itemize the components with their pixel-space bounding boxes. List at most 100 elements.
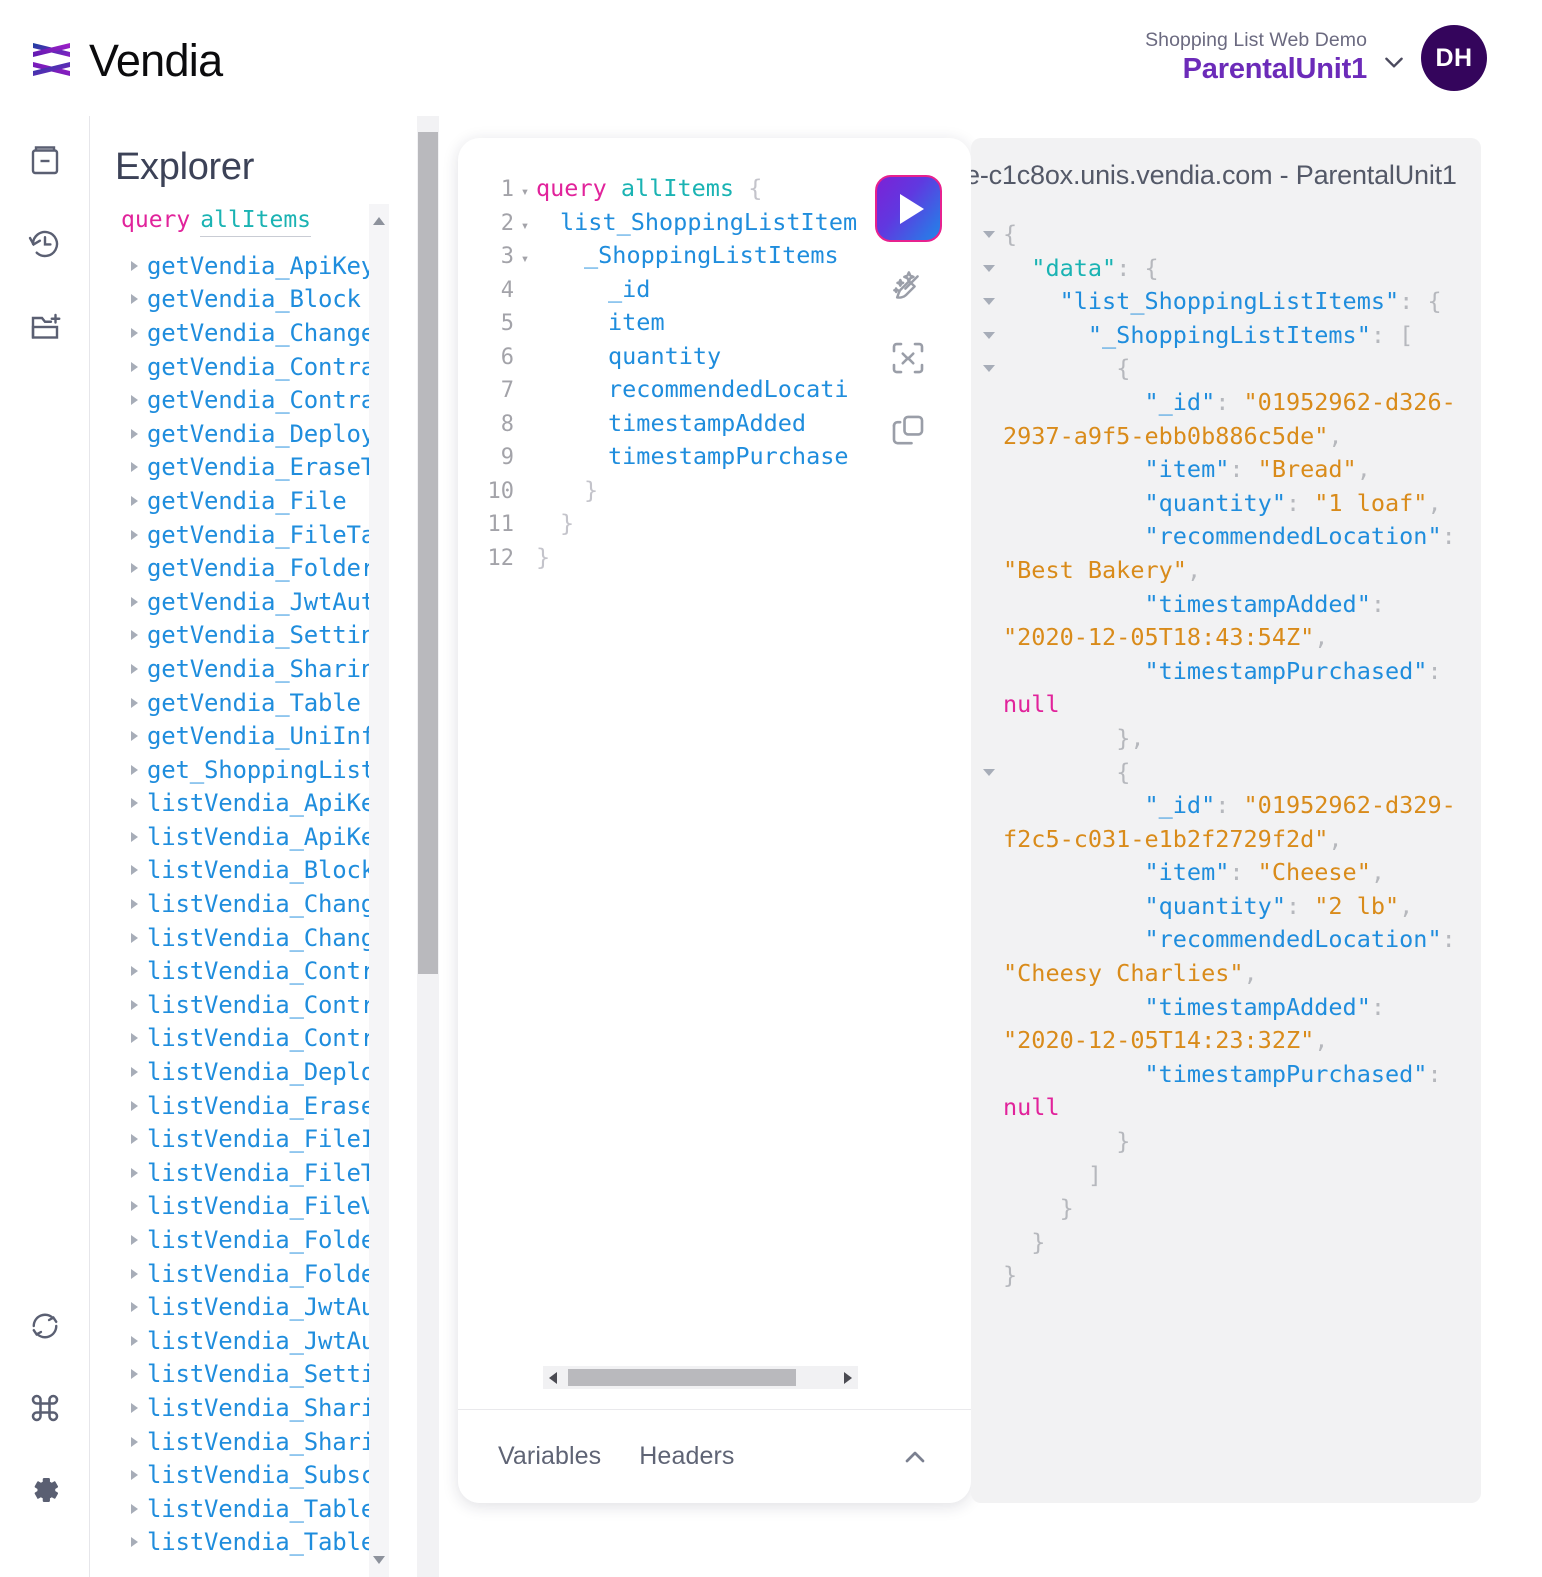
caret-right-icon[interactable] <box>131 260 138 271</box>
editor-hscrollbar-thumb[interactable] <box>568 1369 796 1386</box>
caret-right-icon[interactable] <box>131 1402 138 1413</box>
explorer-list-item[interactable]: listVendia_Setti <box>121 1358 373 1392</box>
caret-right-icon[interactable] <box>131 1436 138 1447</box>
caret-right-icon[interactable] <box>131 395 138 406</box>
history-clock-icon[interactable] <box>22 221 68 267</box>
code-line[interactable]: 10} <box>458 476 971 510</box>
caret-right-icon[interactable] <box>131 1201 138 1212</box>
chevron-down-icon[interactable] <box>1381 49 1407 75</box>
caret-right-icon[interactable] <box>131 1100 138 1111</box>
merge-collapse-icon[interactable] <box>884 334 932 382</box>
caret-right-icon[interactable] <box>131 1335 138 1346</box>
explorer-scrollbar[interactable] <box>369 204 389 1577</box>
explorer-list-item[interactable]: listVendia_Contr <box>121 954 373 988</box>
caret-right-icon[interactable] <box>131 1268 138 1279</box>
explorer-list-item[interactable]: listVendia_Contr <box>121 988 373 1022</box>
collapse-triangle-icon[interactable] <box>983 331 995 339</box>
fold-caret-icon[interactable]: ▾ <box>514 185 536 199</box>
explorer-list-item[interactable]: listVendia_Contr <box>121 1022 373 1056</box>
chevron-up-icon[interactable] <box>899 1441 931 1473</box>
explorer-list-item[interactable]: listVendia_Deplo <box>121 1055 373 1089</box>
caret-right-icon[interactable] <box>131 1067 138 1078</box>
caret-right-icon[interactable] <box>131 999 138 1010</box>
caret-right-icon[interactable] <box>131 1302 138 1313</box>
explorer-list-item[interactable]: listVendia_Folde <box>121 1257 373 1291</box>
settings-gear-icon[interactable] <box>22 1467 68 1513</box>
caret-right-icon[interactable] <box>131 1033 138 1044</box>
explorer-list-item[interactable]: listVendia_Erase <box>121 1089 373 1123</box>
caret-right-icon[interactable] <box>131 1134 138 1145</box>
caret-right-icon[interactable] <box>131 1369 138 1380</box>
caret-right-icon[interactable] <box>131 495 138 506</box>
caret-right-icon[interactable] <box>131 1235 138 1246</box>
collapse-triangle-icon[interactable] <box>983 298 995 306</box>
explorer-list-item[interactable]: getVendia_Block <box>121 283 373 317</box>
avatar[interactable]: DH <box>1421 25 1487 91</box>
caret-right-icon[interactable] <box>131 899 138 910</box>
caret-right-icon[interactable] <box>131 1503 138 1514</box>
caret-right-icon[interactable] <box>131 361 138 372</box>
caret-right-icon[interactable] <box>131 462 138 473</box>
caret-right-icon[interactable] <box>131 1470 138 1481</box>
caret-right-icon[interactable] <box>131 697 138 708</box>
new-collection-folder-icon[interactable] <box>22 304 68 350</box>
explorer-list-item[interactable]: listVendia_Chang <box>121 887 373 921</box>
explorer-list-item[interactable]: getVendia_Sharin <box>121 652 373 686</box>
caret-right-icon[interactable] <box>131 630 138 641</box>
tab-headers[interactable]: Headers <box>639 1442 734 1471</box>
collapse-triangle-icon[interactable] <box>983 365 995 373</box>
caret-right-icon[interactable] <box>131 428 138 439</box>
caret-right-icon[interactable] <box>131 596 138 607</box>
explorer-list-item[interactable]: getVendia_Contra <box>121 383 373 417</box>
fold-caret-icon[interactable]: ▾ <box>514 252 536 266</box>
explorer-list-item[interactable]: getVendia_Settin <box>121 619 373 653</box>
code-line[interactable]: 12} <box>458 543 971 577</box>
explorer-list-item[interactable]: listVendia_Table <box>121 1492 373 1526</box>
caret-right-icon[interactable] <box>131 663 138 674</box>
scroll-left-arrow-icon[interactable] <box>549 1372 557 1384</box>
page-scrollbar[interactable] <box>417 116 439 1577</box>
code-line[interactable]: 11} <box>458 509 971 543</box>
keyboard-shortcuts-command-icon[interactable] <box>22 1385 68 1431</box>
explorer-list-item[interactable]: listVendia_Table <box>121 1526 373 1560</box>
fold-caret-icon[interactable]: ▾ <box>514 219 536 233</box>
caret-right-icon[interactable] <box>131 764 138 775</box>
prettify-broom-sparkle-icon[interactable] <box>884 262 932 310</box>
explorer-list-item[interactable]: listVendia_ApiKe <box>121 820 373 854</box>
explorer-list-item[interactable]: listVendia_FileV <box>121 1190 373 1224</box>
explorer-list-item[interactable]: getVendia_Contra <box>121 350 373 384</box>
explorer-list-item[interactable]: listVendia_FileI <box>121 1122 373 1156</box>
caret-right-icon[interactable] <box>131 731 138 742</box>
page-scrollbar-thumb[interactable] <box>418 132 438 974</box>
collapse-triangle-icon[interactable] <box>983 231 995 238</box>
response-json-body[interactable]: { "data": { "list_ShoppingListItems": { … <box>971 218 1481 1488</box>
scroll-down-arrow-icon[interactable] <box>373 1556 385 1564</box>
caret-right-icon[interactable] <box>131 294 138 305</box>
caret-right-icon[interactable] <box>131 563 138 574</box>
scroll-up-arrow-icon[interactable] <box>373 217 385 225</box>
editor-horizontal-scrollbar[interactable] <box>543 1366 858 1389</box>
scroll-right-arrow-icon[interactable] <box>844 1372 852 1384</box>
explorer-list-item[interactable]: listVendia_Subsc <box>121 1458 373 1492</box>
explorer-list-item[interactable]: getVendia_FileTa <box>121 518 373 552</box>
explorer-field-list[interactable]: getVendia_ApiKey getVendia_Block getVendia… <box>121 249 373 1577</box>
explorer-list-item[interactable]: listVendia_Shari <box>121 1391 373 1425</box>
refresh-sync-icon[interactable] <box>22 1303 68 1349</box>
explorer-list-item[interactable]: listVendia_JwtAu <box>121 1290 373 1324</box>
copy-duplicate-icon[interactable] <box>884 406 932 454</box>
explorer-list-item[interactable]: listVendia_Block <box>121 854 373 888</box>
explorer-list-item[interactable]: getVendia_UniInf <box>121 719 373 753</box>
explorer-list-item[interactable]: listVendia_Shari <box>121 1425 373 1459</box>
explorer-list-item[interactable]: listVendia_Chang <box>121 921 373 955</box>
explorer-list-item[interactable]: getVendia_JwtAut <box>121 585 373 619</box>
explorer-list-item[interactable]: getVendia_Folder <box>121 551 373 585</box>
run-query-button[interactable] <box>875 175 942 242</box>
caret-right-icon[interactable] <box>131 529 138 540</box>
caret-right-icon[interactable] <box>131 327 138 338</box>
caret-right-icon[interactable] <box>131 1167 138 1178</box>
caret-right-icon[interactable] <box>131 1537 138 1548</box>
caret-right-icon[interactable] <box>131 865 138 876</box>
explorer-list-item[interactable]: getVendia_ApiKey <box>121 249 373 283</box>
explorer-list-item[interactable]: getVendia_EraseT <box>121 451 373 485</box>
explorer-list-item[interactable]: getVendia_File <box>121 484 373 518</box>
